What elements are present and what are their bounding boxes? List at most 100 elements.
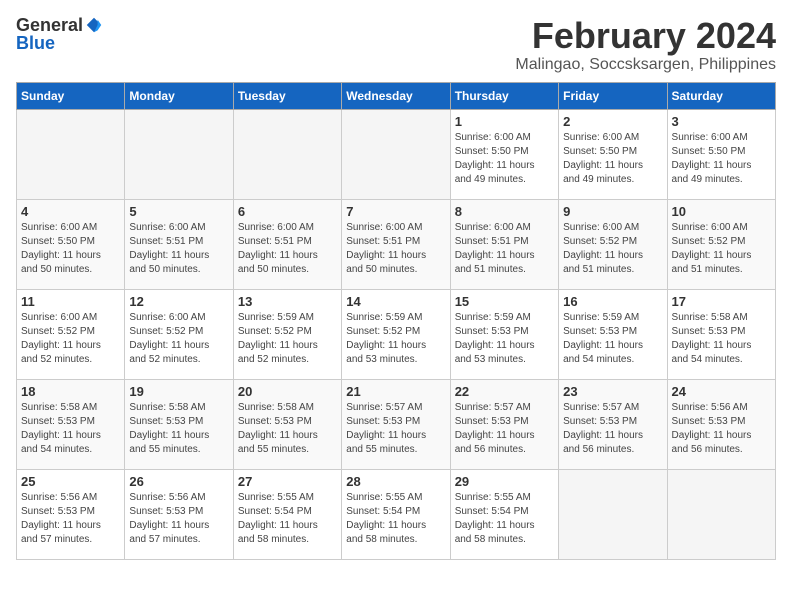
cell-info: Sunrise: 6:00 AM Sunset: 5:51 PM Dayligh… [455, 221, 554, 277]
cell-info: Sunrise: 5:55 AM Sunset: 5:54 PM Dayligh… [346, 491, 445, 547]
calendar-cell: 11Sunrise: 6:00 AM Sunset: 5:52 PM Dayli… [17, 289, 125, 379]
cell-info: Sunrise: 5:58 AM Sunset: 5:53 PM Dayligh… [238, 401, 337, 457]
week-row-4: 18 Sunrise: 5:58 AM Sunset: 5:53 PM Dayli… [17, 379, 776, 469]
cell-info: Sunrise: 6:00 AM Sunset: 5:50 PM Dayligh… [672, 131, 771, 187]
calendar-cell: 18 Sunrise: 5:58 AM Sunset: 5:53 PM Dayli… [17, 379, 125, 469]
logo-blue-text: Blue [16, 34, 55, 52]
calendar-cell: 22Sunrise: 5:57 AM Sunset: 5:53 PM Dayli… [450, 379, 558, 469]
logo-icon [85, 16, 103, 34]
day-number: 29 [455, 474, 554, 489]
calendar-cell: 7 Sunrise: 6:00 AM Sunset: 5:51 PM Daylig… [342, 199, 450, 289]
calendar-cell [17, 109, 125, 199]
calendar-cell: 13 Sunrise: 5:59 AM Sunset: 5:52 PM Dayli… [233, 289, 341, 379]
col-header-monday: Monday [125, 82, 233, 109]
week-row-3: 11Sunrise: 6:00 AM Sunset: 5:52 PM Dayli… [17, 289, 776, 379]
col-header-tuesday: Tuesday [233, 82, 341, 109]
calendar-cell [342, 109, 450, 199]
calendar-cell: 9 Sunrise: 6:00 AM Sunset: 5:52 PM Daylig… [559, 199, 667, 289]
calendar-cell: 24 Sunrise: 5:56 AM Sunset: 5:53 PM Dayli… [667, 379, 775, 469]
cell-info: Sunrise: 5:58 AM Sunset: 5:53 PM Dayligh… [21, 401, 120, 457]
day-number: 19 [129, 384, 228, 399]
day-number: 6 [238, 204, 337, 219]
day-number: 24 [672, 384, 771, 399]
calendar-cell: 19Sunrise: 5:58 AM Sunset: 5:53 PM Dayli… [125, 379, 233, 469]
day-number: 13 [238, 294, 337, 309]
calendar-cell: 28 Sunrise: 5:55 AM Sunset: 5:54 PM Dayli… [342, 469, 450, 559]
calendar-cell: 16 Sunrise: 5:59 AM Sunset: 5:53 PM Dayli… [559, 289, 667, 379]
day-number: 8 [455, 204, 554, 219]
day-number: 28 [346, 474, 445, 489]
calendar-cell: 29 Sunrise: 5:55 AM Sunset: 5:54 PM Dayli… [450, 469, 558, 559]
day-number: 17 [672, 294, 771, 309]
calendar-cell: 4 Sunrise: 6:00 AM Sunset: 5:50 PM Daylig… [17, 199, 125, 289]
cell-info: Sunrise: 5:56 AM Sunset: 5:53 PM Dayligh… [672, 401, 771, 457]
day-number: 15 [455, 294, 554, 309]
calendar-cell [559, 469, 667, 559]
calendar-cell: 12 Sunrise: 6:00 AM Sunset: 5:52 PM Dayli… [125, 289, 233, 379]
col-header-sunday: Sunday [17, 82, 125, 109]
logo: General Blue [16, 16, 103, 52]
calendar-cell [667, 469, 775, 559]
day-number: 18 [21, 384, 120, 399]
cell-info: Sunrise: 6:00 AM Sunset: 5:50 PM Dayligh… [455, 131, 554, 187]
cell-info: Sunrise: 6:00 AM Sunset: 5:52 PM Dayligh… [21, 311, 120, 367]
calendar-table: SundayMondayTuesdayWednesdayThursdayFrid… [16, 82, 776, 560]
day-number: 26 [129, 474, 228, 489]
day-number: 7 [346, 204, 445, 219]
calendar-cell: 8 Sunrise: 6:00 AM Sunset: 5:51 PM Daylig… [450, 199, 558, 289]
cell-info: Sunrise: 6:00 AM Sunset: 5:52 PM Dayligh… [563, 221, 662, 277]
week-row-1: 1 Sunrise: 6:00 AM Sunset: 5:50 PM Daylig… [17, 109, 776, 199]
calendar-cell: 23 Sunrise: 5:57 AM Sunset: 5:53 PM Dayli… [559, 379, 667, 469]
cell-info: Sunrise: 5:59 AM Sunset: 5:53 PM Dayligh… [455, 311, 554, 367]
calendar-cell: 21 Sunrise: 5:57 AM Sunset: 5:53 PM Dayli… [342, 379, 450, 469]
day-number: 27 [238, 474, 337, 489]
day-number: 25 [21, 474, 120, 489]
cell-info: Sunrise: 5:55 AM Sunset: 5:54 PM Dayligh… [238, 491, 337, 547]
month-title: February 2024 [515, 16, 776, 56]
calendar-cell: 5Sunrise: 6:00 AM Sunset: 5:51 PM Daylig… [125, 199, 233, 289]
calendar-cell: 25 Sunrise: 5:56 AM Sunset: 5:53 PM Dayli… [17, 469, 125, 559]
calendar-cell: 27 Sunrise: 5:55 AM Sunset: 5:54 PM Dayli… [233, 469, 341, 559]
col-header-friday: Friday [559, 82, 667, 109]
day-number: 23 [563, 384, 662, 399]
week-row-5: 25 Sunrise: 5:56 AM Sunset: 5:53 PM Dayli… [17, 469, 776, 559]
calendar-cell: 1 Sunrise: 6:00 AM Sunset: 5:50 PM Daylig… [450, 109, 558, 199]
calendar-cell [125, 109, 233, 199]
cell-info: Sunrise: 6:00 AM Sunset: 5:52 PM Dayligh… [129, 311, 228, 367]
calendar-cell: 15 Sunrise: 5:59 AM Sunset: 5:53 PM Dayli… [450, 289, 558, 379]
cell-info: Sunrise: 5:56 AM Sunset: 5:53 PM Dayligh… [129, 491, 228, 547]
cell-info: Sunrise: 5:55 AM Sunset: 5:54 PM Dayligh… [455, 491, 554, 547]
location-title: Malingao, Soccsksargen, Philippines [515, 56, 776, 74]
cell-info: Sunrise: 5:59 AM Sunset: 5:53 PM Dayligh… [563, 311, 662, 367]
day-number: 16 [563, 294, 662, 309]
day-number: 10 [672, 204, 771, 219]
calendar-cell [233, 109, 341, 199]
calendar-cell: 26 Sunrise: 5:56 AM Sunset: 5:53 PM Dayli… [125, 469, 233, 559]
day-number: 12 [129, 294, 228, 309]
cell-info: Sunrise: 5:56 AM Sunset: 5:53 PM Dayligh… [21, 491, 120, 547]
day-number: 22 [455, 384, 554, 399]
cell-info: Sunrise: 6:00 AM Sunset: 5:51 PM Dayligh… [346, 221, 445, 277]
day-number: 1 [455, 114, 554, 129]
cell-info: Sunrise: 5:59 AM Sunset: 5:52 PM Dayligh… [238, 311, 337, 367]
logo-general-text: General [16, 16, 83, 34]
cell-info: Sunrise: 5:58 AM Sunset: 5:53 PM Dayligh… [672, 311, 771, 367]
day-number: 21 [346, 384, 445, 399]
cell-info: Sunrise: 5:57 AM Sunset: 5:53 PM Dayligh… [346, 401, 445, 457]
week-row-2: 4 Sunrise: 6:00 AM Sunset: 5:50 PM Daylig… [17, 199, 776, 289]
day-number: 14 [346, 294, 445, 309]
calendar-cell: 10 Sunrise: 6:00 AM Sunset: 5:52 PM Dayli… [667, 199, 775, 289]
col-header-saturday: Saturday [667, 82, 775, 109]
title-block: February 2024 Malingao, Soccsksargen, Ph… [515, 16, 776, 74]
calendar-cell: 17 Sunrise: 5:58 AM Sunset: 5:53 PM Dayli… [667, 289, 775, 379]
day-number: 2 [563, 114, 662, 129]
cell-info: Sunrise: 6:00 AM Sunset: 5:52 PM Dayligh… [672, 221, 771, 277]
cell-info: Sunrise: 6:00 AM Sunset: 5:50 PM Dayligh… [21, 221, 120, 277]
cell-info: Sunrise: 5:57 AM Sunset: 5:53 PM Dayligh… [563, 401, 662, 457]
day-number: 4 [21, 204, 120, 219]
calendar-cell: 6Sunrise: 6:00 AM Sunset: 5:51 PM Daylig… [233, 199, 341, 289]
calendar-cell: 3Sunrise: 6:00 AM Sunset: 5:50 PM Daylig… [667, 109, 775, 199]
col-header-thursday: Thursday [450, 82, 558, 109]
day-number: 9 [563, 204, 662, 219]
calendar-cell: 20Sunrise: 5:58 AM Sunset: 5:53 PM Dayli… [233, 379, 341, 469]
